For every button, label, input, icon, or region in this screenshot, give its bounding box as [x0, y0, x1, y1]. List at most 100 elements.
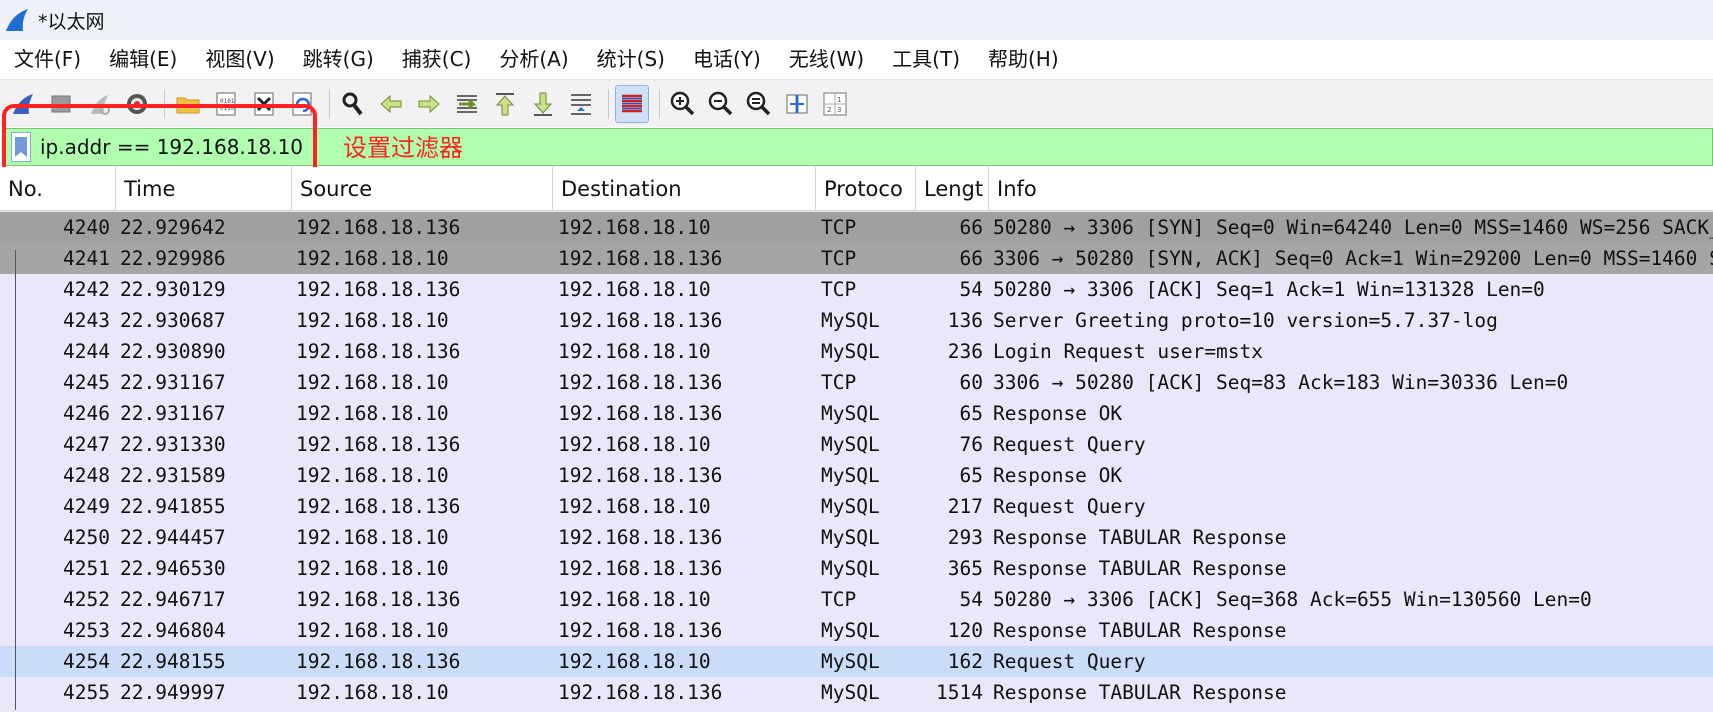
menu-analyze[interactable]: 分析(A)	[485, 40, 582, 79]
column-info[interactable]: Info	[989, 167, 1713, 211]
packet-source: 192.168.18.136	[296, 278, 461, 301]
packet-row[interactable]: 4244 22.930890 192.168.18.136 192.168.18…	[0, 336, 1713, 367]
zoom-out-icon[interactable]	[704, 85, 738, 123]
packet-destination: 192.168.18.136	[558, 557, 723, 580]
packet-time: 22.931330	[120, 433, 226, 456]
last-packet-icon[interactable]	[526, 85, 560, 123]
packet-row[interactable]: 4248 22.931589 192.168.18.10 192.168.18.…	[0, 460, 1713, 491]
menu-telephony[interactable]: 电话(Y)	[679, 40, 775, 79]
packet-row[interactable]: 4240 22.929642 192.168.18.136 192.168.18…	[0, 212, 1713, 243]
packet-row[interactable]: 4249 22.941855 192.168.18.136 192.168.18…	[0, 491, 1713, 522]
packet-info: Response OK	[993, 464, 1123, 487]
packet-info: Server Greeting proto=10 version=5.7.37-…	[993, 309, 1498, 332]
packet-row[interactable]: 4250 22.944457 192.168.18.10 192.168.18.…	[0, 522, 1713, 553]
toolbar-separator	[659, 88, 660, 119]
packet-no: 4246	[63, 402, 110, 425]
packet-time: 22.929986	[120, 247, 226, 270]
packet-info: 3306 → 50280 [SYN, ACK] Seq=0 Ack=1 Win=…	[993, 247, 1713, 270]
menu-tools[interactable]: 工具(T)	[878, 40, 974, 79]
layout-icon[interactable]: 123	[818, 85, 852, 123]
packet-protocol: TCP	[821, 371, 857, 394]
packet-length: 120	[947, 619, 983, 642]
packet-length: 65	[959, 464, 983, 487]
packet-time: 22.946530	[120, 557, 226, 580]
packet-time: 22.946717	[120, 588, 226, 611]
column-destination[interactable]: Destination	[553, 167, 816, 211]
packet-row[interactable]: 4253 22.946804 192.168.18.10 192.168.18.…	[0, 615, 1713, 646]
packet-info: Request Query	[993, 433, 1146, 456]
packet-info: Request Query	[993, 495, 1146, 518]
packet-row[interactable]: 4241 22.929986 192.168.18.10 192.168.18.…	[0, 243, 1713, 274]
packet-destination: 192.168.18.10	[558, 433, 711, 456]
menu-file[interactable]: 文件(F)	[0, 40, 95, 79]
packet-time: 22.930890	[120, 340, 226, 363]
packet-row[interactable]: 4251 22.946530 192.168.18.10 192.168.18.…	[0, 553, 1713, 584]
packet-row[interactable]: 4252 22.946717 192.168.18.136 192.168.18…	[0, 584, 1713, 615]
zoom-in-icon[interactable]	[666, 85, 700, 123]
conversation-tree-line	[15, 250, 16, 710]
packet-no: 4255	[63, 681, 110, 704]
filter-annotation: 设置过滤器	[343, 134, 463, 162]
packet-protocol: MySQL	[821, 650, 880, 673]
column-length[interactable]: Lengt	[916, 167, 989, 211]
first-packet-icon[interactable]	[488, 85, 522, 123]
packet-source: 192.168.18.136	[296, 216, 461, 239]
packet-destination: 192.168.18.136	[558, 464, 723, 487]
column-time[interactable]: Time	[116, 167, 292, 211]
packet-row[interactable]: 4254 22.948155 192.168.18.136 192.168.18…	[0, 646, 1713, 677]
menu-capture[interactable]: 捕获(C)	[388, 40, 486, 79]
packet-protocol: TCP	[821, 278, 857, 301]
column-protocol[interactable]: Protoco	[816, 167, 916, 211]
menu-go[interactable]: 跳转(G)	[289, 40, 388, 79]
packet-protocol: MySQL	[821, 526, 880, 549]
packet-length: 1514	[936, 681, 983, 704]
packet-info: 3306 → 50280 [ACK] Seq=83 Ack=183 Win=30…	[993, 371, 1569, 394]
packet-no: 4249	[63, 495, 110, 518]
packet-row[interactable]: 4246 22.931167 192.168.18.10 192.168.18.…	[0, 398, 1713, 429]
column-no[interactable]: No.	[0, 167, 116, 211]
packet-time: 22.949997	[120, 681, 226, 704]
packet-row[interactable]: 4243 22.930687 192.168.18.10 192.168.18.…	[0, 305, 1713, 336]
find-packet-icon[interactable]	[336, 85, 370, 123]
packet-length: 60	[959, 371, 983, 394]
packet-row[interactable]: 4245 22.931167 192.168.18.10 192.168.18.…	[0, 367, 1713, 398]
menu-statistics[interactable]: 统计(S)	[583, 40, 679, 79]
go-to-packet-icon[interactable]	[450, 85, 484, 123]
go-forward-icon[interactable]	[412, 85, 446, 123]
menu-edit[interactable]: 编辑(E)	[95, 40, 191, 79]
packet-source: 192.168.18.136	[296, 495, 461, 518]
packet-destination: 192.168.18.136	[558, 371, 723, 394]
colorize-icon[interactable]	[615, 84, 649, 123]
packet-time: 22.930687	[120, 309, 226, 332]
packet-no: 4251	[63, 557, 110, 580]
packet-length: 54	[959, 588, 983, 611]
normal-size-icon[interactable]	[742, 85, 776, 123]
packet-source: 192.168.18.10	[296, 557, 449, 580]
column-source[interactable]: Source	[292, 167, 553, 211]
packet-time: 22.931167	[120, 371, 226, 394]
auto-scroll-icon[interactable]	[564, 85, 598, 123]
packet-length: 54	[959, 278, 983, 301]
menu-wireless[interactable]: 无线(W)	[775, 40, 878, 79]
packet-destination: 192.168.18.10	[558, 216, 711, 239]
packet-no: 4241	[63, 247, 110, 270]
menu-view[interactable]: 视图(V)	[191, 40, 288, 79]
packet-source: 192.168.18.136	[296, 340, 461, 363]
packet-destination: 192.168.18.136	[558, 619, 723, 642]
packet-row[interactable]: 4255 22.949997 192.168.18.10 192.168.18.…	[0, 677, 1713, 708]
resize-columns-icon[interactable]	[780, 85, 814, 123]
packet-destination: 192.168.18.136	[558, 247, 723, 270]
packet-row[interactable]: 4247 22.931330 192.168.18.136 192.168.18…	[0, 429, 1713, 460]
toolbar-separator	[329, 88, 330, 119]
menu-help[interactable]: 帮助(H)	[974, 40, 1073, 79]
menu-bar: 文件(F) 编辑(E) 视图(V) 跳转(G) 捕获(C) 分析(A) 统计(S…	[0, 40, 1713, 79]
packet-protocol: MySQL	[821, 681, 880, 704]
packet-length: 365	[947, 557, 983, 580]
packet-source: 192.168.18.10	[296, 526, 449, 549]
packet-protocol: MySQL	[821, 402, 880, 425]
packet-length: 293	[947, 526, 983, 549]
packet-no: 4250	[63, 526, 110, 549]
packet-no: 4254	[63, 650, 110, 673]
go-back-icon[interactable]	[374, 85, 408, 123]
packet-row[interactable]: 4242 22.930129 192.168.18.136 192.168.18…	[0, 274, 1713, 305]
